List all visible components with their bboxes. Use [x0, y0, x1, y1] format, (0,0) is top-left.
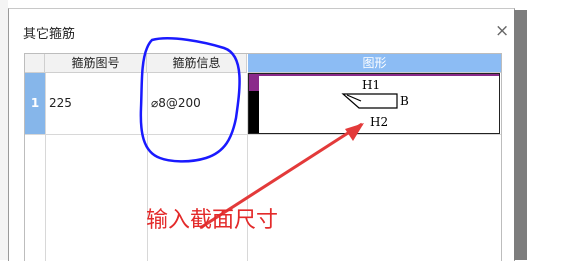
- column-header-stirrup-info[interactable]: 箍筋信息: [147, 54, 247, 73]
- label-h1: H1: [362, 78, 380, 92]
- label-b: B: [400, 94, 409, 108]
- column-header-shape[interactable]: 图形: [248, 54, 501, 73]
- stirrup-shape-outline: [341, 93, 398, 109]
- column-header-figure-no[interactable]: 箍筋图号: [45, 54, 147, 73]
- row-number[interactable]: 1: [25, 73, 45, 134]
- selection-strip: [249, 74, 499, 76]
- table-corner-header: [25, 54, 45, 73]
- background-window: [0, 0, 8, 260]
- close-icon[interactable]: ×: [495, 23, 509, 40]
- column-divider: [45, 73, 46, 261]
- selection-marker: [249, 76, 259, 91]
- window-edge: [514, 10, 527, 260]
- cell-stirrup-info[interactable]: ⌀8@200: [151, 73, 201, 134]
- selection-marker: [249, 91, 259, 133]
- dialog-title: 其它箍筋: [23, 27, 76, 42]
- label-h2: H2: [370, 115, 388, 129]
- cell-figure-no[interactable]: 225: [49, 73, 72, 134]
- annotation-text: 输入截面尺寸: [146, 208, 279, 233]
- stirrup-shape-drawing: H1 B H2: [249, 74, 499, 133]
- row-divider: [25, 134, 501, 135]
- stirrup-shape-cell[interactable]: H1 B H2: [248, 73, 500, 134]
